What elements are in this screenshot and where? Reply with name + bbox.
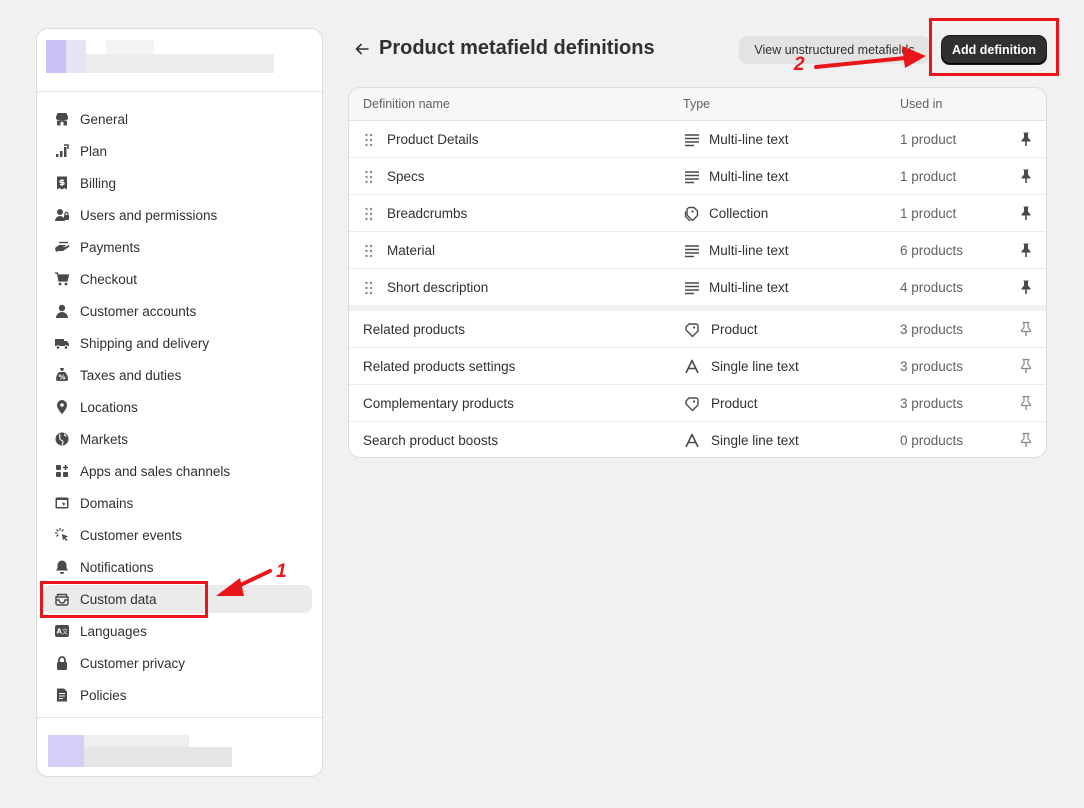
annotation-arrow-2: [814, 46, 926, 69]
